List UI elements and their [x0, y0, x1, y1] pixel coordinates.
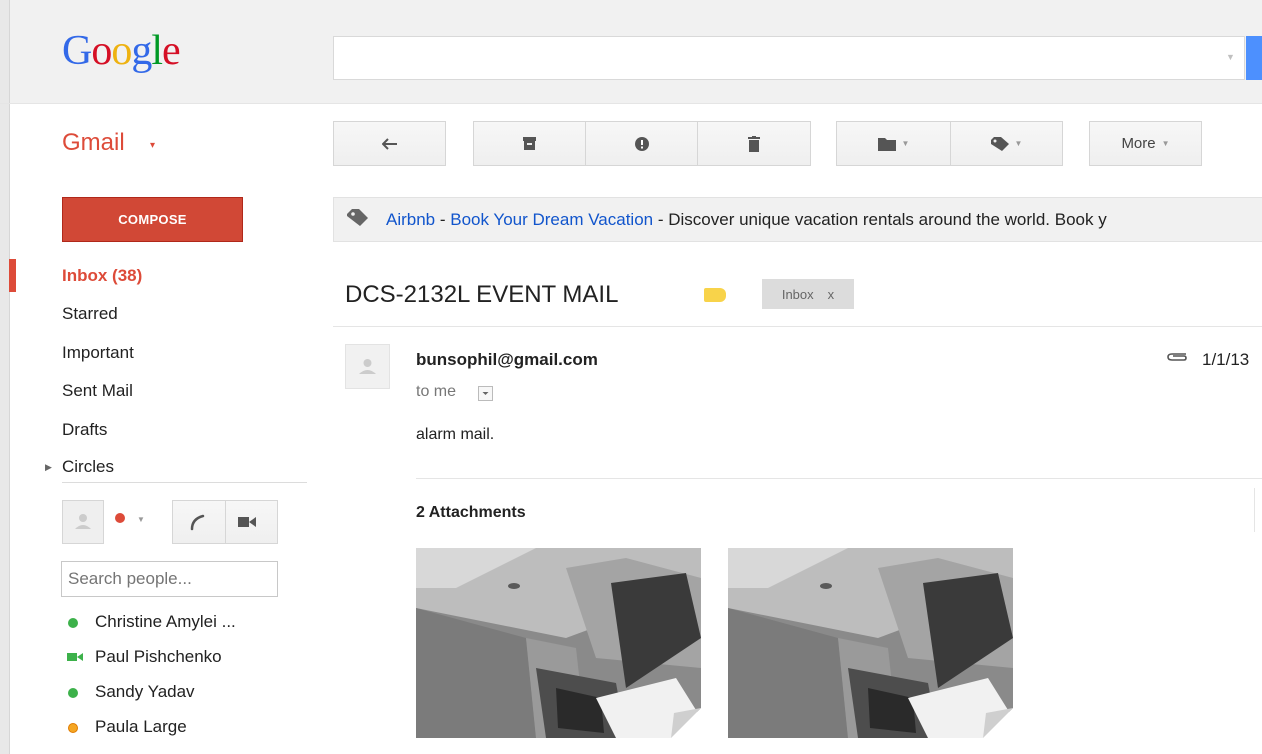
- video-call-icon[interactable]: [238, 516, 256, 528]
- sponsored-ad-bar[interactable]: Airbnb - Book Your Dream Vacation - Disc…: [333, 197, 1262, 242]
- window-left-edge: [0, 0, 10, 754]
- phone-call-icon[interactable]: [189, 513, 207, 531]
- camera-snapshot-image: [728, 548, 1013, 738]
- nav-item-circles[interactable]: Circles: [62, 457, 114, 477]
- message-subject: DCS-2132L EVENT MAIL: [345, 281, 619, 308]
- gmail-menu-caret-icon[interactable]: ▾: [150, 140, 155, 151]
- chat-contact[interactable]: Sandy Yadav: [95, 682, 195, 702]
- report-spam-button[interactable]: [586, 121, 698, 166]
- ad-headline-link[interactable]: Book Your Dream Vacation: [450, 210, 653, 229]
- video-status-icon: [67, 653, 83, 661]
- chevron-down-icon: [482, 392, 489, 395]
- important-marker-icon[interactable]: [704, 288, 726, 302]
- avatar-icon: [75, 514, 91, 529]
- search-button[interactable]: [1246, 36, 1262, 80]
- logo-letter: g: [131, 28, 152, 74]
- nav-item-sent-mail[interactable]: Sent Mail: [62, 381, 133, 401]
- logo-letter: o: [91, 28, 112, 74]
- status-idle-icon: [68, 723, 78, 733]
- nav-item-drafts[interactable]: Drafts: [62, 420, 107, 440]
- ad-brand-link[interactable]: Airbnb: [386, 210, 435, 229]
- logo-letter: e: [162, 28, 181, 74]
- logo-letter: l: [151, 28, 163, 74]
- paperclip-icon: [1167, 353, 1187, 361]
- ad-tag-icon: [347, 209, 368, 226]
- sender-email[interactable]: bunsophil@gmail.com: [416, 350, 598, 370]
- gmail-menu-label[interactable]: Gmail: [62, 129, 125, 157]
- more-button[interactable]: More ▼: [1089, 121, 1202, 166]
- label-chip-inbox: Inbox x: [762, 279, 854, 309]
- remove-label-button[interactable]: x: [828, 287, 835, 302]
- chat-status-caret-icon[interactable]: ▼: [137, 515, 145, 524]
- nav-divider: [62, 482, 307, 483]
- recipient-text: to me: [416, 383, 457, 400]
- show-details-dropdown[interactable]: [478, 386, 493, 401]
- nav-item-inbox[interactable]: Inbox (38): [62, 266, 142, 286]
- google-logo[interactable]: Google: [62, 28, 181, 74]
- more-button-label: More: [1121, 135, 1156, 152]
- chat-profile-button[interactable]: [62, 500, 104, 544]
- archive-button[interactable]: [473, 121, 586, 166]
- logo-letter: G: [62, 28, 92, 74]
- message-body: alarm mail.: [416, 426, 495, 443]
- status-available-icon: [68, 688, 78, 698]
- camera-snapshot-image: [416, 548, 701, 738]
- status-available-icon: [68, 618, 78, 628]
- chat-call-separator: [225, 500, 226, 544]
- trash-icon: [748, 135, 760, 152]
- chat-contact[interactable]: Paul Pishchenko: [95, 647, 222, 667]
- attachment-thumbnail[interactable]: [728, 548, 1013, 738]
- attachments-title: 2 Attachments: [416, 504, 526, 521]
- chat-status-busy-icon[interactable]: [115, 513, 125, 523]
- nav-item-important[interactable]: Important: [62, 343, 134, 363]
- back-arrow-icon: [381, 137, 397, 150]
- message-date: 1/1/13: [1202, 350, 1250, 369]
- move-to-caret-icon: ▼: [901, 139, 910, 148]
- search-options-caret-icon[interactable]: ▼: [1226, 52, 1235, 62]
- sender-avatar: [345, 344, 390, 389]
- message-divider: [333, 326, 1262, 327]
- label-tag-icon: [990, 136, 1009, 151]
- attachment-thumbnail[interactable]: [416, 548, 701, 738]
- move-to-button[interactable]: ▼: [836, 121, 951, 166]
- header-divider: [0, 103, 1262, 104]
- ad-text: Discover unique vacation rentals around …: [668, 210, 1107, 229]
- logo-letter: o: [111, 28, 132, 74]
- delete-button[interactable]: [698, 121, 811, 166]
- nav-item-starred[interactable]: Starred: [62, 304, 118, 324]
- more-caret-icon: ▼: [1161, 139, 1170, 148]
- labels-button[interactable]: ▼: [951, 121, 1063, 166]
- label-chip-text: Inbox: [781, 286, 814, 302]
- labels-caret-icon: ▼: [1014, 139, 1023, 148]
- chat-contact[interactable]: Paula Large: [95, 717, 187, 737]
- ad-separator: -: [435, 210, 451, 229]
- spam-icon: [634, 136, 649, 151]
- avatar-icon: [359, 359, 376, 374]
- back-button[interactable]: [333, 121, 446, 166]
- attachments-side-border: [1254, 488, 1255, 532]
- ad-separator: -: [653, 210, 669, 229]
- search-input[interactable]: [333, 36, 1245, 80]
- expand-arrow-icon[interactable]: ▶: [45, 462, 52, 473]
- chat-contact[interactable]: Christine Amylei ...: [95, 612, 236, 632]
- search-people-input[interactable]: [61, 561, 278, 597]
- active-nav-indicator: [9, 259, 16, 292]
- folder-icon: [877, 137, 896, 151]
- attachments-divider: [416, 478, 1262, 479]
- compose-button[interactable]: COMPOSE: [62, 197, 243, 242]
- archive-icon: [523, 137, 536, 150]
